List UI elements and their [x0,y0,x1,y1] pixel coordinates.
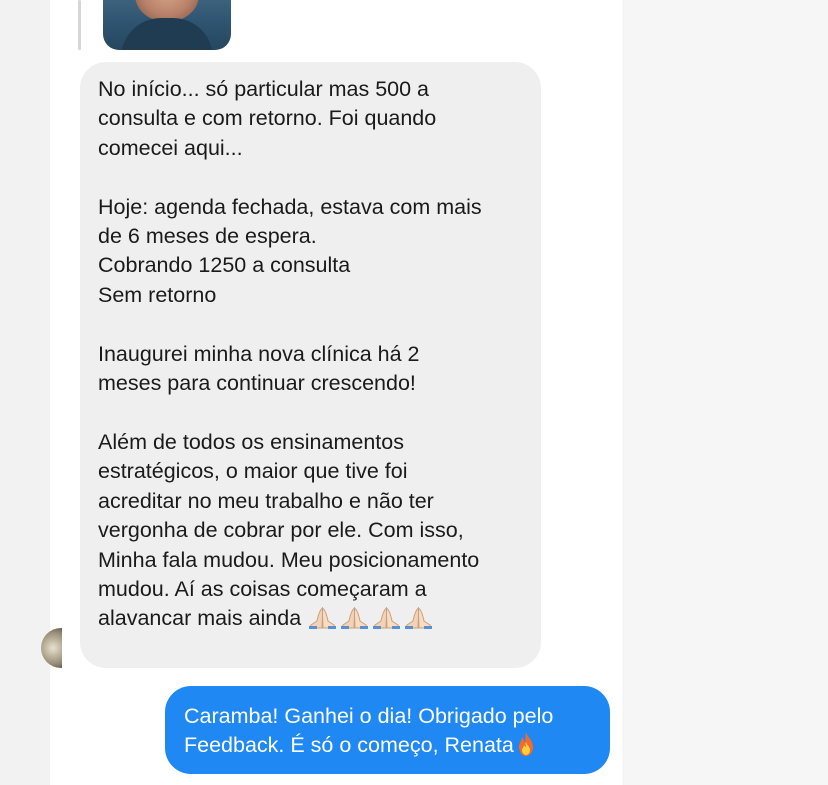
message-line: acreditar no meu trabalho e não ter [98,488,434,513]
message-line: Feedback. É só o começo, Renata [184,733,514,758]
message-line: Minha fala mudou. Meu posicionamento [98,547,480,572]
received-message-bubble[interactable]: No início... só particular mas 500 a con… [80,62,541,668]
message-line: mudou. Aí as coisas começaram a [98,576,427,601]
message-line: estratégicos, o maior que tive foi [98,459,408,484]
message-line: meses para continuar crescendo! [98,371,416,396]
message-line: Cobrando 1250 a consulta [98,253,351,278]
message-line: de 6 meses de espera. [98,224,317,249]
message-line: No início... só particular mas 500 a [98,77,430,101]
fire-icon [518,732,533,757]
thumbnail-shirt [121,18,213,50]
avatar-image [41,628,62,668]
message-line: vergonha de cobrar por ele. Com isso, [98,518,464,543]
right-margin [622,0,828,785]
reply-quote-bar [78,0,81,50]
message-line: comecei aqui... [98,135,243,160]
sent-message-bubble[interactable]: Caramba! Ganhei o dia! Obrigado pelo Fee… [165,686,610,774]
message-line-with-emoji: Feedback. É só o começo, Renata [184,731,591,760]
praying-hands-icon [341,607,369,630]
message-line: Inaugurei minha nova clínica há 2 [98,341,420,366]
praying-hands-icon [309,607,337,630]
message-line: consulta e com retorno. Foi quando [98,106,437,131]
message-line: Hoje: agenda fechada, estava com mais [98,194,482,219]
replied-story-thumbnail[interactable] [103,0,231,50]
message-line: Além de todos os ensinamentos [98,429,404,454]
praying-hands-icon [405,607,433,630]
message-line: Sem retorno [98,282,217,307]
sender-avatar[interactable] [41,628,62,668]
message-line: alavancar mais ainda [98,606,302,631]
emoji-row [307,607,434,630]
praying-hands-icon [373,607,401,630]
message-line: Caramba! Ganhei o dia! Obrigado pelo [184,704,554,728]
